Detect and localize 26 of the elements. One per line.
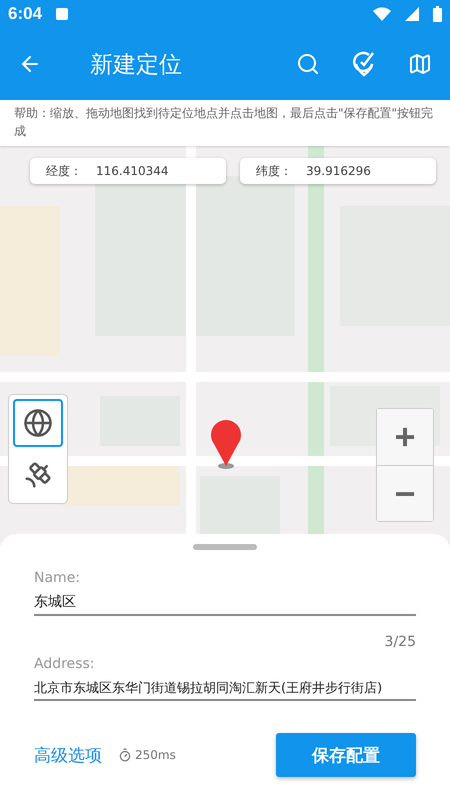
coordinate-label: 纬度： xyxy=(256,162,292,180)
coordinate-value: 116.410344 xyxy=(96,164,169,178)
page-title: 新建定位 xyxy=(90,50,183,80)
drag-handle[interactable] xyxy=(193,544,257,550)
wifi-icon xyxy=(373,7,391,21)
app-notification-icon xyxy=(56,8,68,20)
coordinate-value: 39.916296 xyxy=(306,164,371,178)
character-counter: 3/25 xyxy=(384,634,416,650)
advanced-options-link[interactable]: 高级选项 xyxy=(34,744,102,766)
satellite-icon xyxy=(23,460,53,490)
search-icon xyxy=(296,52,320,76)
timer-icon xyxy=(118,748,132,762)
map-icon xyxy=(408,52,432,76)
coordinate-label: 经度： xyxy=(46,162,82,180)
address-label: Address: xyxy=(34,656,96,672)
save-button[interactable]: 保存配置 xyxy=(276,733,416,777)
battery-icon xyxy=(433,6,442,22)
interval-text: 250ms xyxy=(135,748,176,762)
help-text: 帮助：缩放、拖动地图找到待定位地点并点击地图，最后点击"保存配置"按钮完成 xyxy=(0,100,450,146)
globe-button[interactable] xyxy=(13,399,63,447)
status-time: 6:04 xyxy=(8,4,42,24)
globe-icon xyxy=(23,408,53,438)
zoom-out-button[interactable]: − xyxy=(377,465,433,521)
location-check-icon xyxy=(352,51,376,77)
name-label: Name: xyxy=(34,570,82,586)
signal-icon xyxy=(405,7,419,21)
